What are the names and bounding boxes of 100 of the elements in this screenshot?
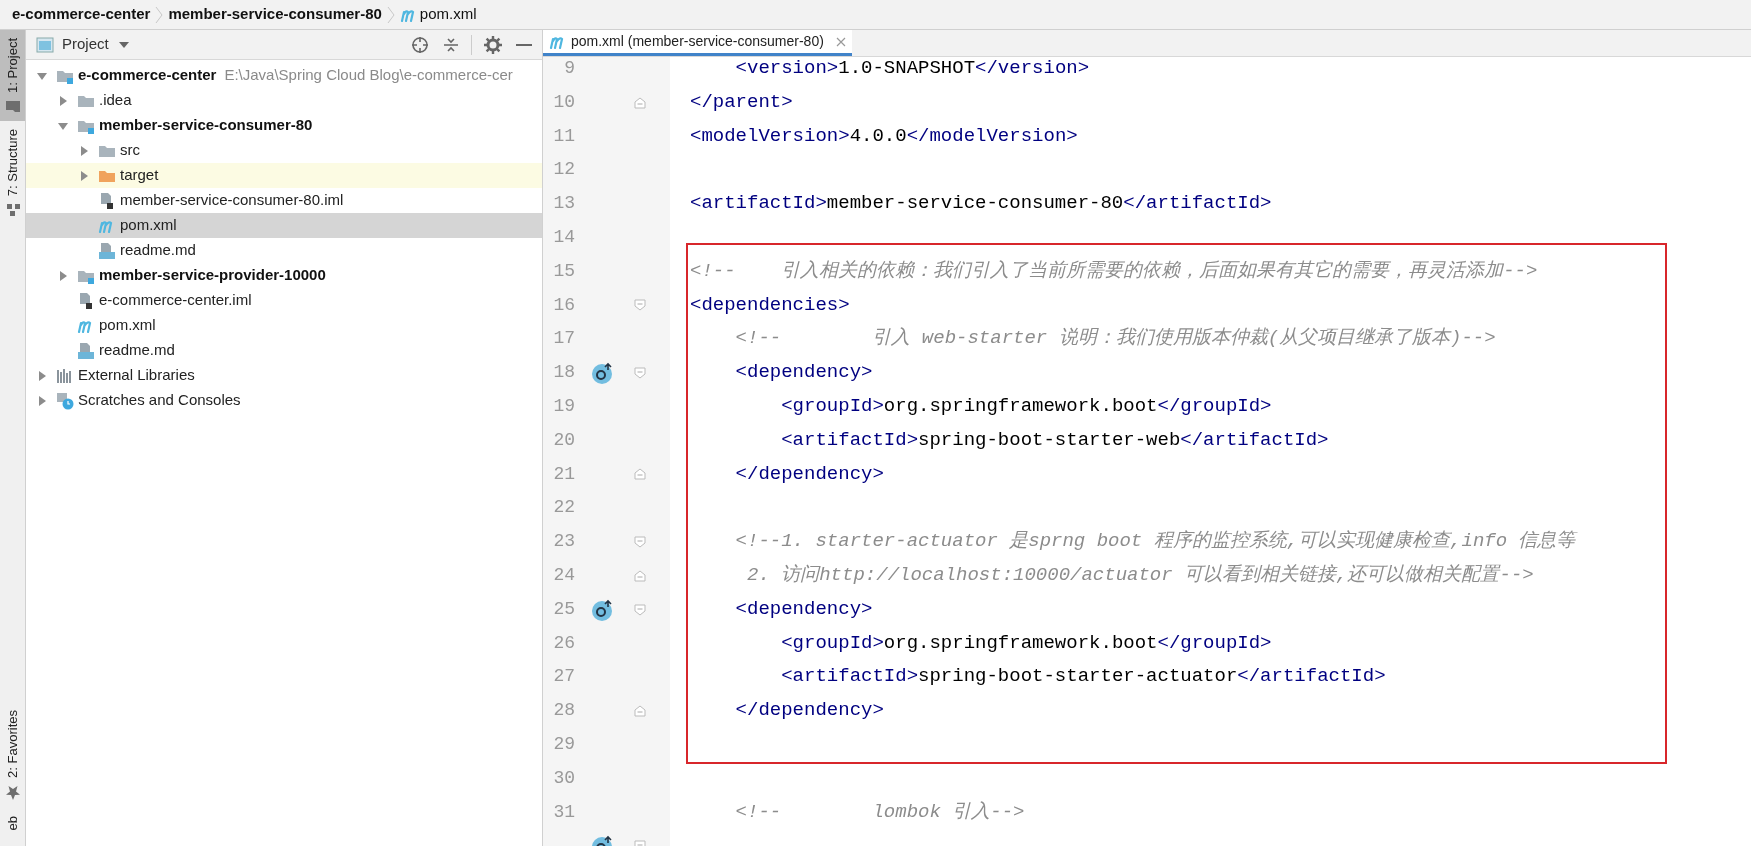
tree-item-label: External Libraries [78, 365, 195, 386]
line-number: 20 [553, 428, 575, 452]
line-number: 14 [553, 226, 575, 249]
tree-item[interactable]: pom.xml [26, 213, 542, 238]
code-line: <groupId>org.springframework.boot</groupId> [780, 394, 1272, 417]
tree-item-label: target [120, 165, 159, 186]
fold-start-icon[interactable] [634, 299, 646, 312]
chevron-right-icon [155, 5, 164, 24]
fold-start-icon[interactable] [634, 536, 646, 549]
collapsed-arrow-icon[interactable] [36, 394, 48, 407]
fold-end-icon[interactable] [634, 96, 646, 109]
tree-item-label: readme.md [120, 240, 196, 261]
line-number: 17 [553, 327, 575, 351]
tree-item[interactable]: Scratches and Consoles [26, 388, 542, 413]
line-number: 16 [553, 293, 575, 317]
tree-item-label: e-commerce-center [78, 65, 217, 86]
panel-title[interactable]: Project [62, 33, 109, 56]
fold-end-icon[interactable] [634, 705, 646, 718]
tree-item-label: src [120, 140, 140, 161]
code-line: <dependency> [734, 361, 873, 384]
fold-start-icon[interactable] [634, 603, 646, 616]
code-line: 2. 访问http://localhost:10000/actuator 可以看到相关链接,还可以做相关配置--> [746, 563, 1534, 586]
fold-end-icon[interactable] [634, 569, 646, 582]
tree-item[interactable]: External Libraries [26, 363, 542, 388]
collapsed-arrow-icon[interactable] [57, 94, 69, 107]
code-line: <groupId>org.springframework.boot</groupId> [780, 631, 1272, 654]
line-number: 23 [553, 530, 575, 554]
code-line: <artifactId>spring-boot-starter-web</artifactId> [780, 428, 1329, 451]
line-number: 13 [553, 192, 575, 216]
line-number: 31 [553, 800, 575, 824]
line-number: 21 [553, 462, 575, 486]
fold-start-icon[interactable] [634, 367, 646, 380]
code-line: <modelVersion>4.0.0</modelVersion> [690, 124, 1078, 147]
line-number: 26 [553, 631, 575, 655]
line-number: 24 [553, 563, 575, 587]
folder-icon [5, 100, 20, 113]
line-number: 19 [553, 394, 575, 418]
line-number: 15 [553, 259, 575, 283]
collapse-all-icon[interactable] [443, 36, 459, 53]
breadcrumb-link[interactable]: e-commerce-center [12, 3, 151, 26]
star-icon [5, 785, 20, 800]
chevron-right-icon [386, 5, 395, 24]
collapsed-arrow-icon[interactable] [78, 169, 90, 182]
path-hint: E:\Java\Spring Cloud Blog\e-commerce-cer [224, 65, 513, 86]
tree-item-label: member-service-provider-10000 [99, 265, 326, 286]
locate-icon[interactable] [411, 35, 429, 54]
tree-item-label: e-commerce-center.iml [99, 290, 252, 311]
tree-item[interactable]: member-service-provider-10000 [26, 263, 542, 288]
code-line: <dependencies> [690, 293, 850, 316]
code-line: <!-- 引入相关的依赖：我们引入了当前所需要的依赖，后面如果有其它的需要，再灵活添加--> [690, 259, 1538, 282]
tree-item[interactable]: e-commerce-center.iml [26, 288, 542, 313]
collapsed-arrow-icon[interactable] [57, 269, 69, 282]
implements-marker-icon[interactable] [590, 597, 615, 622]
libraries-icon [56, 367, 74, 384]
tool-window-button[interactable]: 1: Project [0, 30, 25, 121]
code-line: <!-- lombok 引入--> [734, 800, 1025, 823]
tool-window-button[interactable]: 2: Favorites [0, 701, 25, 808]
markdown-file-icon [98, 242, 116, 259]
tree-item[interactable]: target [26, 163, 542, 188]
scratches-icon [56, 391, 74, 410]
collapsed-arrow-icon[interactable] [36, 369, 48, 382]
line-number: 10 [553, 90, 575, 114]
code-line: <artifactId>member-service-consumer-80</artifactId> [690, 192, 1272, 215]
line-number: 30 [553, 766, 575, 790]
panel-icon [36, 36, 54, 53]
breadcrumb-link[interactable]: pom.xml [419, 3, 477, 26]
line-number: 28 [553, 699, 575, 723]
tool-window-button[interactable]: eb [0, 807, 25, 846]
line-number: 18 [553, 361, 575, 385]
line-number: 12 [553, 158, 575, 182]
code-line: </dependency> [734, 462, 884, 485]
tree-item-label: member-service-consumer-80 [99, 115, 313, 136]
settings-icon[interactable] [484, 35, 502, 54]
implements-marker-icon[interactable] [590, 361, 615, 386]
fold-end-icon[interactable] [634, 468, 646, 481]
tool-window-button[interactable]: 7: Structure [0, 120, 25, 225]
tree-item-label: Scratches and Consoles [78, 390, 241, 411]
tree-item-label: pom.xml [120, 215, 177, 236]
structure-icon [5, 204, 20, 217]
tree-item[interactable]: readme.md [26, 338, 542, 363]
close-icon[interactable] [835, 36, 846, 47]
breadcrumb-link[interactable]: member-service-consumer-80 [168, 3, 382, 26]
line-number: 27 [553, 665, 575, 689]
tree-item-label: member-service-consumer-80.iml [120, 190, 344, 211]
tree-item-label: readme.md [99, 340, 175, 361]
tree-item[interactable]: readme.md [26, 238, 542, 263]
tree-item[interactable]: member-service-consumer-80.iml [26, 188, 542, 213]
collapsed-arrow-icon[interactable] [78, 144, 90, 157]
tree-item[interactable]: e-commerce-center E:\Java\Spring Cloud Blog\e-commerce-cer [26, 63, 542, 88]
editor-tab[interactable]: pom.xml (member-service-consumer-80) [543, 30, 852, 56]
tree-item[interactable]: src [26, 138, 542, 163]
tree-item-label: pom.xml [99, 315, 156, 336]
code-line: <version>1.0-SNAPSHOT</version> [734, 57, 1090, 79]
dropdown-caret-icon[interactable] [118, 41, 129, 48]
markdown-file-icon [77, 342, 95, 359]
tree-item[interactable]: pom.xml [26, 313, 542, 338]
line-number: 11 [553, 124, 575, 148]
code-line: <artifactId>spring-boot-starter-actuator</artifactId> [780, 665, 1386, 688]
tree-item[interactable]: .idea [26, 88, 542, 113]
tree-item[interactable]: member-service-consumer-80 [26, 113, 542, 138]
